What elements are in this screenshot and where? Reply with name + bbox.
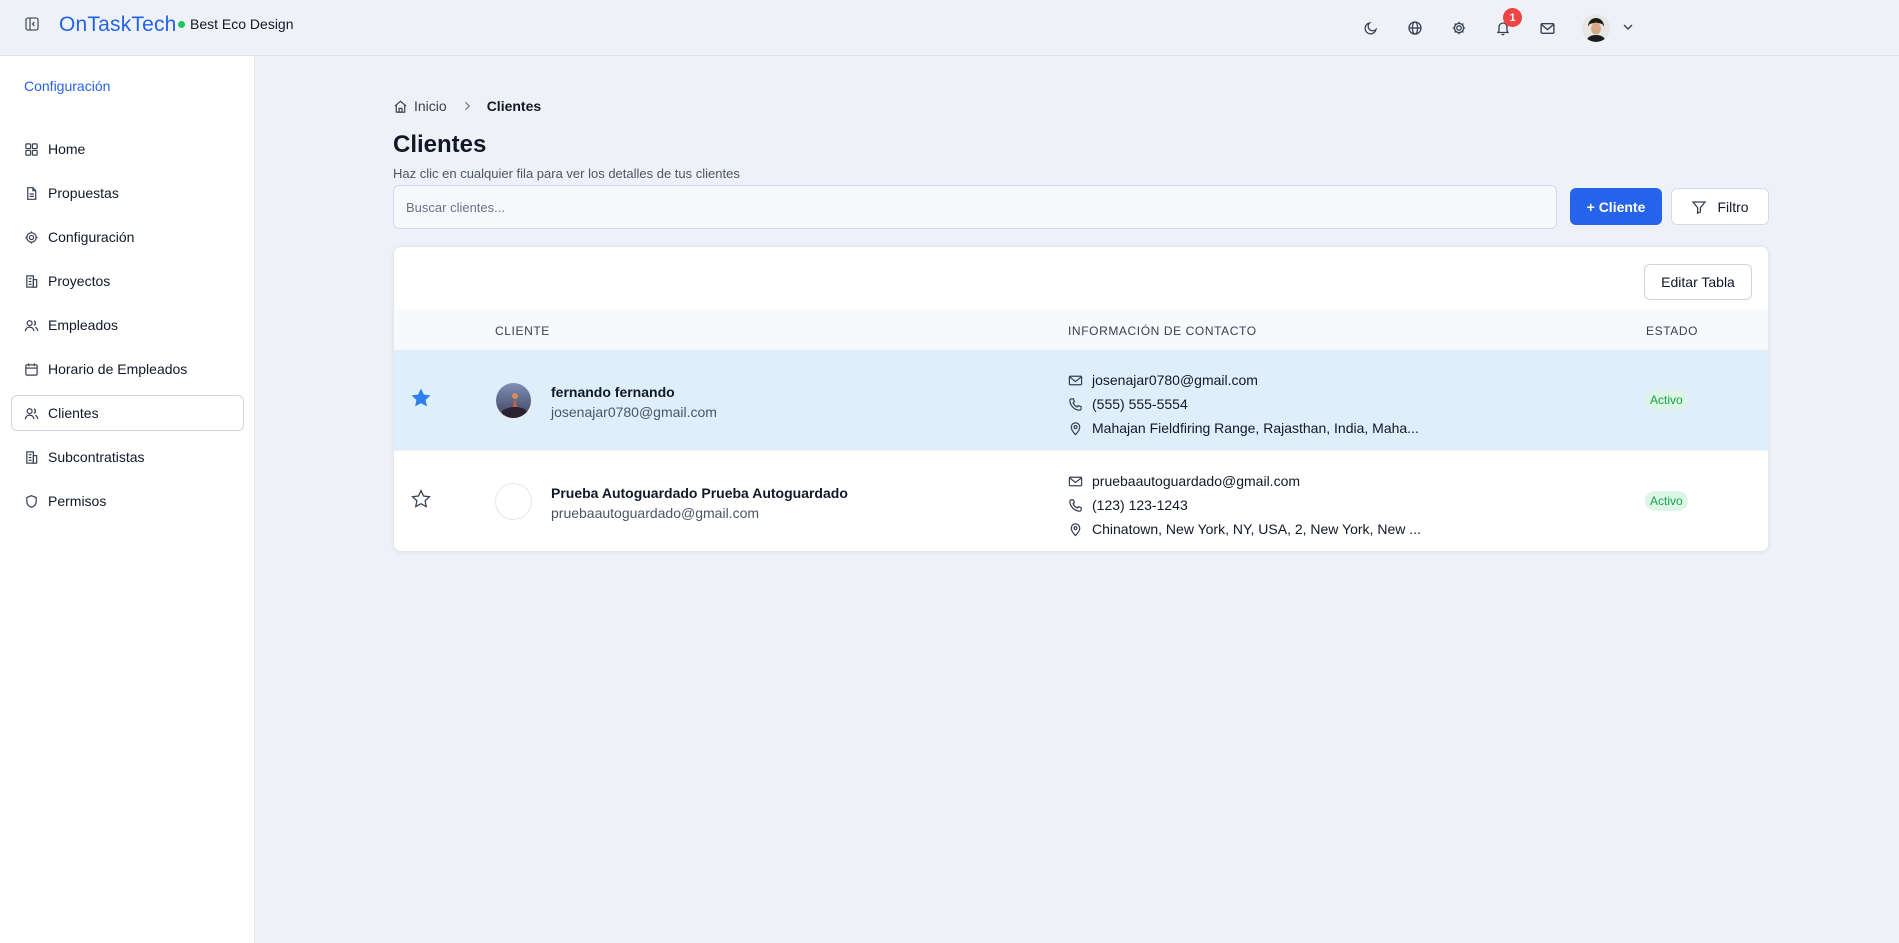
sidebar-item-clientes[interactable]: Clientes (11, 395, 244, 431)
mail-icon (1068, 476, 1083, 486)
contact-info: pruebaautoguardado@gmail.com (123) 123-1… (1068, 469, 1421, 541)
sidebar-item-label: Horario de Empleados (48, 361, 188, 377)
sidebar: Configuración Home Propuestas Configurac… (0, 56, 255, 943)
sidebar-toggle-icon[interactable] (22, 14, 42, 34)
building-icon (26, 274, 38, 288)
sidebar-nav: Home Propuestas Configuración Proyectos … (11, 131, 244, 527)
brand-logo[interactable]: OnTaskTech (59, 13, 177, 37)
document-icon (27, 186, 37, 200)
calendar-icon (25, 362, 38, 376)
sidebar-item-label: Propuestas (48, 185, 119, 201)
mail-icon (1068, 375, 1083, 385)
sidebar-item-label: Home (48, 141, 86, 157)
users-icon (24, 319, 39, 331)
phone-icon (1069, 397, 1082, 411)
contact-info: josenajar0780@gmail.com (555) 555-5554 M… (1068, 368, 1419, 440)
client-avatar (495, 382, 532, 419)
star-filled-icon[interactable] (410, 387, 432, 409)
page-title: Clientes (393, 131, 487, 158)
client-avatar-placeholder (495, 483, 532, 520)
contact-address: Mahajan Fieldfiring Range, Rajasthan, In… (1092, 420, 1419, 436)
sidebar-item-label: Configuración (48, 229, 135, 245)
sidebar-item-label: Clientes (48, 405, 99, 421)
top-bar: OnTaskTech Best Eco Design 1 (0, 0, 1899, 56)
building-icon (26, 450, 38, 464)
company-indicator: Best Eco Design (178, 16, 294, 32)
contact-phone: (555) 555-5554 (1092, 396, 1188, 412)
gear-icon[interactable] (1448, 17, 1470, 39)
sidebar-item-proyectos[interactable]: Proyectos (11, 263, 244, 299)
sidebar-heading[interactable]: Configuración (24, 78, 110, 94)
filter-button-label: Filtro (1717, 198, 1749, 215)
column-header-estado[interactable]: ESTADO (1646, 324, 1698, 338)
chevron-down-icon[interactable] (1620, 19, 1636, 35)
map-pin-icon (1070, 522, 1081, 536)
sidebar-item-configuracion[interactable]: Configuración (11, 219, 244, 255)
sidebar-item-subcontratistas[interactable]: Subcontratistas (11, 439, 244, 475)
filter-button[interactable]: Filtro (1671, 188, 1769, 225)
breadcrumb-home[interactable]: Inicio (414, 98, 447, 114)
contact-address: Chinatown, New York, NY, USA, 2, New Yor… (1092, 521, 1421, 537)
users-icon (24, 407, 39, 419)
column-header-cliente[interactable]: CLIENTE (495, 324, 550, 338)
company-name: Best Eco Design (190, 16, 294, 32)
status-badge: Activo (1645, 491, 1688, 511)
clients-table-card: Editar Tabla CLIENTE INFORMACIÓN DE CONT… (393, 246, 1769, 552)
status-badge: Activo (1645, 390, 1688, 410)
page-subtitle: Haz clic en cualquier fila para ver los … (393, 166, 740, 181)
add-client-button[interactable]: + Cliente (1570, 188, 1662, 225)
client-name: Prueba Autoguardado Prueba Autoguardado (551, 485, 848, 501)
sidebar-item-home[interactable]: Home (11, 131, 244, 167)
breadcrumb-current: Clientes (486, 98, 542, 114)
notification-badge: 1 (1503, 8, 1522, 27)
online-status-dot (178, 20, 185, 28)
contact-email: pruebaautoguardado@gmail.com (1092, 473, 1301, 489)
filter-icon (1692, 200, 1707, 214)
star-outline-icon[interactable] (410, 488, 432, 510)
grid-icon (25, 142, 38, 156)
shield-icon (26, 494, 37, 508)
table-row[interactable]: Prueba Autoguardado Prueba Autoguardado … (394, 451, 1768, 551)
edit-table-button[interactable]: Editar Tabla (1644, 264, 1752, 300)
contact-phone: (123) 123-1243 (1092, 497, 1188, 513)
mail-icon[interactable] (1536, 17, 1558, 39)
map-pin-icon (1070, 421, 1081, 435)
table-row[interactable]: fernando fernando josenajar0780@gmail.co… (394, 350, 1768, 451)
client-email: pruebaautoguardado@gmail.com (551, 505, 760, 521)
client-name: fernando fernando (551, 384, 675, 400)
sidebar-item-label: Subcontratistas (48, 449, 145, 465)
sidebar-item-horario-empleados[interactable]: Horario de Empleados (11, 351, 244, 387)
moon-icon[interactable] (1360, 17, 1382, 39)
user-avatar[interactable] (1582, 14, 1610, 42)
globe-icon[interactable] (1404, 17, 1426, 39)
sidebar-item-propuestas[interactable]: Propuestas (11, 175, 244, 211)
search-input[interactable] (393, 185, 1557, 229)
gear-icon (25, 230, 38, 244)
chevron-right-icon (461, 100, 473, 112)
column-header-contacto[interactable]: INFORMACIÓN DE CONTACTO (1068, 324, 1257, 338)
sidebar-item-label: Proyectos (48, 273, 111, 289)
sidebar-item-permisos[interactable]: Permisos (11, 483, 244, 519)
table-header: CLIENTE INFORMACIÓN DE CONTACTO ESTADO (394, 310, 1768, 350)
home-icon (394, 100, 407, 113)
client-email: josenajar0780@gmail.com (551, 404, 717, 420)
contact-email: josenajar0780@gmail.com (1092, 372, 1258, 388)
sidebar-item-empleados[interactable]: Empleados (11, 307, 244, 343)
sidebar-item-label: Empleados (48, 317, 119, 333)
sidebar-item-label: Permisos (48, 493, 107, 509)
phone-icon (1069, 498, 1082, 512)
breadcrumb: Inicio Clientes (393, 98, 541, 114)
